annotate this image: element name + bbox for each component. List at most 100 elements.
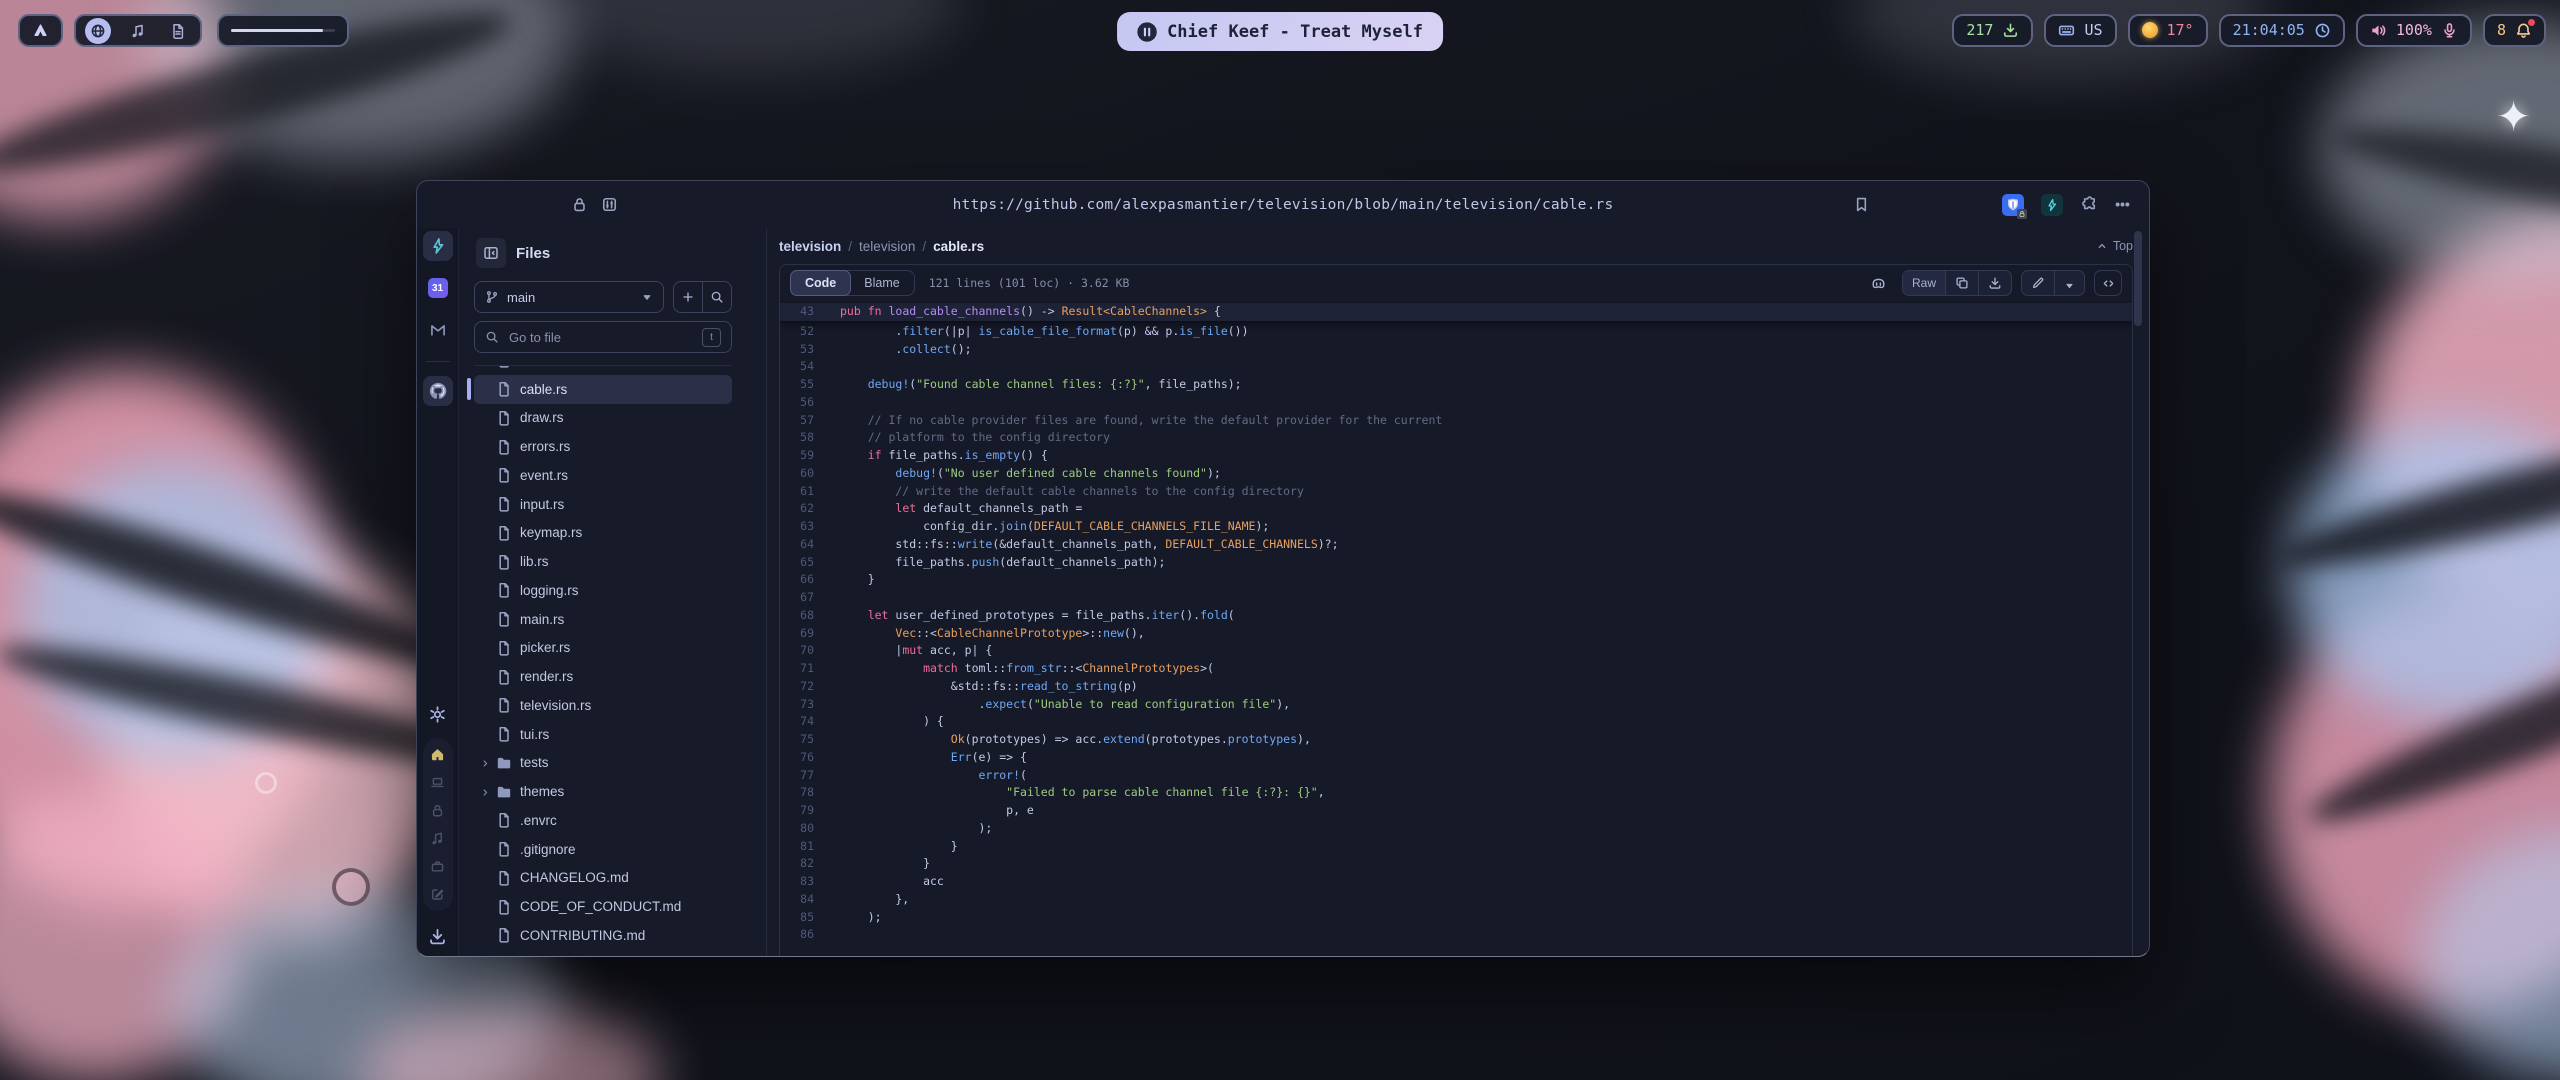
pinned-tab-bolt[interactable]	[423, 231, 453, 261]
copy-button[interactable]	[1945, 271, 1978, 295]
line-number[interactable]: 81	[780, 838, 824, 856]
line-number[interactable]: 71	[780, 660, 824, 678]
line-number[interactable]: 82	[780, 855, 824, 873]
pinned-tab-mail[interactable]	[423, 315, 453, 345]
bolt-extension-icon[interactable]	[2041, 194, 2063, 216]
line-number[interactable]: 62	[780, 500, 824, 518]
line-number[interactable]: 52	[780, 323, 824, 341]
bookmark-icon[interactable]	[1853, 196, 1870, 213]
tab-blame[interactable]: Blame	[850, 271, 913, 295]
scroll-to-top-link[interactable]: Top	[2096, 239, 2133, 253]
settings-gear-icon[interactable]	[428, 705, 447, 724]
tree-item-tui.rs[interactable]: tui.rs	[474, 720, 732, 749]
line-number[interactable]: 78	[780, 784, 824, 802]
line-number[interactable]: 75	[780, 731, 824, 749]
tree-item-event.rs[interactable]: event.rs	[474, 461, 732, 490]
status-pill-keyboard-layout[interactable]: US	[2044, 14, 2116, 47]
workspace-edit-icon[interactable]	[430, 887, 445, 902]
line-number[interactable]: 86	[780, 926, 824, 944]
dock-app-document[interactable]	[165, 18, 191, 44]
status-pill-notifications[interactable]: 8	[2483, 14, 2546, 47]
tree-item-themes[interactable]: themes	[474, 777, 732, 806]
tab-code[interactable]: Code	[790, 270, 851, 296]
raw-button[interactable]: Raw	[1903, 271, 1945, 295]
edit-menu-button[interactable]	[2054, 271, 2084, 295]
tree-item-cable.rs[interactable]: cable.rs	[474, 375, 732, 404]
breadcrumb-repo[interactable]: television	[779, 239, 841, 254]
line-number[interactable]: 53	[780, 341, 824, 359]
line-number[interactable]: 85	[780, 909, 824, 927]
pinned-tab-github[interactable]	[423, 376, 453, 406]
line-number[interactable]: 73	[780, 696, 824, 714]
branch-selector[interactable]: main	[474, 281, 664, 313]
copilot-button[interactable]	[1865, 270, 1893, 296]
tree-item[interactable]	[474, 950, 732, 956]
tree-item[interactable]	[474, 366, 732, 375]
workspace-home-icon[interactable]	[430, 747, 445, 762]
search-tree-button[interactable]	[702, 282, 731, 312]
line-number[interactable]: 57	[780, 412, 824, 430]
line-number[interactable]: 70	[780, 642, 824, 660]
extensions-puzzle-icon[interactable]	[2080, 196, 2097, 213]
line-number[interactable]: 67	[780, 589, 824, 607]
line-number[interactable]: 76	[780, 749, 824, 767]
add-file-button[interactable]	[674, 282, 702, 312]
workspace-lock-icon[interactable]	[430, 803, 445, 818]
tree-item-.envrc[interactable]: .envrc	[474, 806, 732, 835]
line-number[interactable]: 54	[780, 358, 824, 376]
tree-item-.gitignore[interactable]: .gitignore	[474, 835, 732, 864]
tree-item-keymap.rs[interactable]: keymap.rs	[474, 519, 732, 548]
pause-icon[interactable]	[1137, 22, 1157, 42]
workspace-laptop-icon[interactable]	[430, 775, 445, 790]
download-button[interactable]	[1978, 271, 2011, 295]
tree-item-CHANGELOG.md[interactable]: CHANGELOG.md	[474, 864, 732, 893]
now-playing-widget[interactable]: Chief Keef - Treat Myself	[1117, 12, 1443, 51]
line-number[interactable]: 60	[780, 465, 824, 483]
line-number[interactable]: 74	[780, 713, 824, 731]
line-number[interactable]: 63	[780, 518, 824, 536]
go-to-file-box[interactable]: t	[474, 321, 732, 353]
tree-item-logging.rs[interactable]: logging.rs	[474, 576, 732, 605]
status-pill-weather[interactable]: 17°	[2128, 14, 2208, 47]
edit-button[interactable]	[2022, 271, 2054, 295]
breadcrumb-dir[interactable]: television	[859, 239, 915, 254]
symbols-button[interactable]	[2094, 270, 2122, 296]
line-number[interactable]: 56	[780, 394, 824, 412]
line-number[interactable]: 59	[780, 447, 824, 465]
bitwarden-extension-icon[interactable]	[2002, 194, 2024, 216]
tree-item-draw.rs[interactable]: draw.rs	[474, 404, 732, 433]
line-number[interactable]: 58	[780, 429, 824, 447]
line-number[interactable]: 84	[780, 891, 824, 909]
media-progress-slider[interactable]	[217, 14, 349, 47]
line-number[interactable]: 68	[780, 607, 824, 625]
tree-item-tests[interactable]: tests	[474, 749, 732, 778]
line-number[interactable]: 83	[780, 873, 824, 891]
pinned-tab-calendar[interactable]: 31	[423, 273, 453, 303]
line-number[interactable]: 66	[780, 571, 824, 589]
line-number[interactable]: 77	[780, 767, 824, 785]
status-pill-clock[interactable]: 21:04:05	[2219, 14, 2345, 47]
line-number[interactable]: 65	[780, 554, 824, 572]
tree-item-television.rs[interactable]: television.rs	[474, 691, 732, 720]
status-pill-updates[interactable]: 217	[1952, 14, 2033, 47]
line-number[interactable]: 64	[780, 536, 824, 554]
dock-app-globe[interactable]	[85, 18, 111, 44]
dock-app-music-note[interactable]	[125, 18, 151, 44]
tree-item-errors.rs[interactable]: errors.rs	[474, 432, 732, 461]
collapse-panel-button[interactable]	[476, 238, 506, 268]
tree-item-main.rs[interactable]: main.rs	[474, 605, 732, 634]
tree-item-input.rs[interactable]: input.rs	[474, 490, 732, 519]
line-number[interactable]: 72	[780, 678, 824, 696]
line-number[interactable]: 55	[780, 376, 824, 394]
line-number[interactable]: 61	[780, 483, 824, 501]
go-to-file-input[interactable]	[507, 329, 694, 346]
line-number[interactable]: 80	[780, 820, 824, 838]
tree-item-render.rs[interactable]: render.rs	[474, 662, 732, 691]
workspace-briefcase-icon[interactable]	[430, 859, 445, 874]
tree-item-CONTRIBUTING.md[interactable]: CONTRIBUTING.md	[474, 921, 732, 950]
status-pill-audio[interactable]: 100%	[2356, 14, 2472, 47]
tree-item-lib.rs[interactable]: lib.rs	[474, 547, 732, 576]
downloads-icon[interactable]	[428, 927, 447, 946]
line-number[interactable]: 43	[780, 303, 824, 321]
launcher-button[interactable]	[18, 14, 63, 47]
